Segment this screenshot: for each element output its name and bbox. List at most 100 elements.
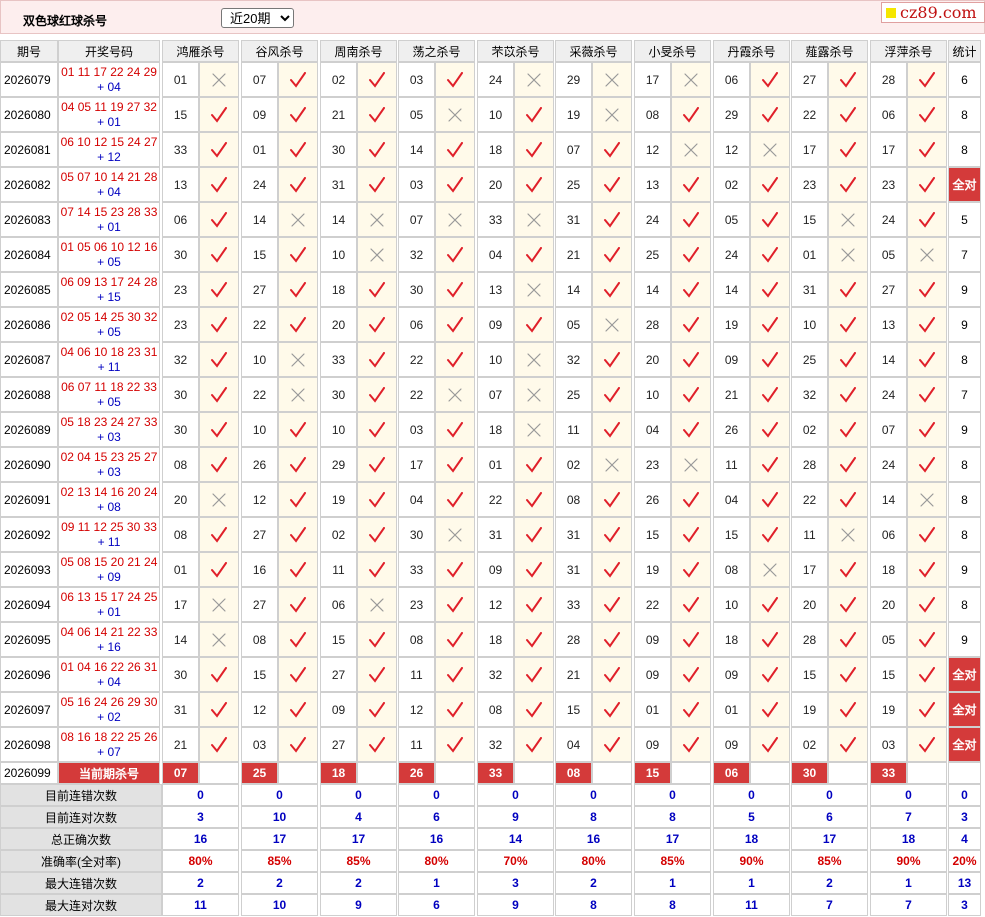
stats-value: 85% — [791, 850, 868, 872]
stats-total: 3 — [948, 894, 981, 916]
check-icon — [840, 736, 856, 753]
check-icon — [290, 456, 306, 473]
kill-result — [671, 202, 711, 237]
kill-result — [907, 272, 947, 307]
check-icon — [683, 316, 699, 333]
site-logo[interactable]: cz89.com — [881, 2, 985, 23]
check-icon — [762, 491, 778, 508]
kill-number: 06 — [398, 307, 435, 342]
kill-number: 30 — [162, 377, 199, 412]
kill-number: 10 — [634, 377, 671, 412]
kill-result — [750, 447, 790, 482]
kill-number: 19 — [634, 552, 671, 587]
stats-total: 4 — [948, 828, 981, 850]
cross-icon — [370, 247, 384, 262]
kill-number: 12 — [241, 692, 278, 727]
kill-result — [357, 587, 397, 622]
kill-number: 23 — [870, 167, 907, 202]
period-select[interactable]: 近20期 — [221, 8, 294, 28]
kill-number: 27 — [870, 272, 907, 307]
kill-number: 15 — [791, 657, 828, 692]
kill-number: 07 — [398, 202, 435, 237]
check-icon — [211, 316, 227, 333]
current-kill-number: 08 — [555, 762, 592, 784]
winning-numbers: 02 05 14 25 30 32 + 05 — [58, 307, 160, 342]
kill-number: 22 — [791, 482, 828, 517]
kill-number: 27 — [320, 657, 357, 692]
blue-ball: + 15 — [97, 289, 121, 304]
red-balls: 04 05 11 19 27 32 — [61, 99, 157, 114]
check-icon — [526, 701, 542, 718]
kill-result — [907, 727, 947, 762]
kill-number: 19 — [791, 692, 828, 727]
kill-number: 19 — [870, 692, 907, 727]
red-balls: 01 04 16 22 26 31 — [60, 659, 158, 674]
kill-result — [278, 342, 318, 377]
blue-ball: + 08 — [97, 499, 121, 514]
stats-value: 70% — [477, 850, 554, 872]
kill-result — [828, 447, 868, 482]
cross-icon — [684, 142, 698, 157]
kill-result — [357, 622, 397, 657]
winning-numbers: 06 09 13 17 24 28 + 15 — [58, 272, 160, 307]
check-icon — [211, 666, 227, 683]
kill-result — [278, 482, 318, 517]
check-icon — [683, 526, 699, 543]
kill-result — [828, 377, 868, 412]
kill-number: 04 — [634, 412, 671, 447]
check-icon — [290, 421, 306, 438]
kill-result — [828, 62, 868, 97]
check-icon — [211, 561, 227, 578]
kill-result — [671, 237, 711, 272]
check-icon — [683, 246, 699, 263]
row-stat: 8 — [948, 447, 981, 482]
kill-number: 33 — [162, 132, 199, 167]
kill-result — [514, 727, 554, 762]
kill-number: 10 — [477, 342, 514, 377]
kill-result — [357, 657, 397, 692]
kill-number: 28 — [634, 307, 671, 342]
kill-number: 01 — [162, 552, 199, 587]
row-stat: 9 — [948, 622, 981, 657]
cross-icon — [291, 387, 305, 402]
check-icon — [919, 316, 935, 333]
check-icon — [762, 736, 778, 753]
current-kill-number: 30 — [791, 762, 828, 784]
kill-result — [278, 412, 318, 447]
kill-result — [278, 447, 318, 482]
check-icon — [604, 211, 620, 228]
check-icon — [211, 246, 227, 263]
kill-number: 11 — [713, 447, 750, 482]
kill-number: 13 — [634, 167, 671, 202]
kill-number: 12 — [713, 132, 750, 167]
kill-result — [435, 692, 475, 727]
kill-result — [828, 202, 868, 237]
check-icon — [919, 281, 935, 298]
check-icon — [211, 211, 227, 228]
kill-number: 05 — [398, 97, 435, 132]
current-kill-number: 25 — [241, 762, 278, 784]
kill-number: 32 — [477, 727, 514, 762]
kill-number: 27 — [320, 727, 357, 762]
kill-number: 22 — [477, 482, 514, 517]
kill-result — [278, 377, 318, 412]
kill-number: 30 — [398, 272, 435, 307]
check-icon — [211, 351, 227, 368]
kill-number: 15 — [634, 517, 671, 552]
current-issue-number: 2026099 — [0, 762, 58, 784]
check-icon — [919, 71, 935, 88]
kill-number: 20 — [477, 167, 514, 202]
kill-number: 17 — [162, 587, 199, 622]
cross-icon — [920, 247, 934, 262]
kill-result — [750, 377, 790, 412]
check-icon — [526, 246, 542, 263]
check-icon — [369, 526, 385, 543]
check-icon — [840, 631, 856, 648]
kill-result — [435, 377, 475, 412]
current-kill-blank — [514, 762, 554, 784]
check-icon — [369, 736, 385, 753]
kill-number: 23 — [162, 307, 199, 342]
current-kill-number: 33 — [477, 762, 514, 784]
kill-result — [278, 97, 318, 132]
kill-result — [435, 62, 475, 97]
